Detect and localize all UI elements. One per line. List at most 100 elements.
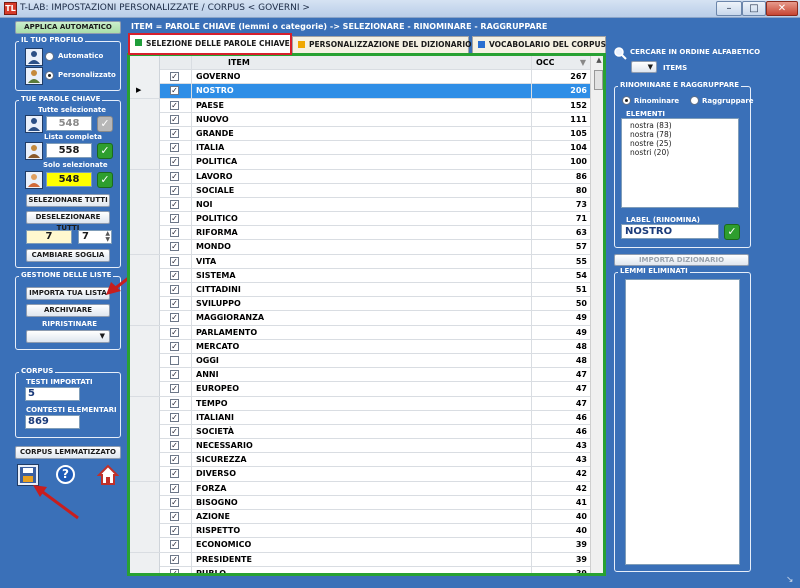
row-indicator[interactable]: [130, 126, 160, 141]
row-checkbox[interactable]: ✓: [170, 171, 179, 181]
row-indicator[interactable]: [130, 212, 160, 227]
row-indicator[interactable]: [130, 396, 160, 411]
row-indicator[interactable]: [130, 538, 160, 553]
row-checkbox[interactable]: ✓: [170, 114, 179, 124]
row-checkbox[interactable]: ✓: [170, 483, 179, 493]
row-indicator[interactable]: [130, 552, 160, 567]
table-row[interactable]: ✓ NOI 73: [130, 197, 590, 213]
import-dictionary-button[interactable]: IMPORTA DIZIONARIO: [614, 254, 749, 266]
row-indicator[interactable]: [130, 510, 160, 524]
tab-keyword-selection[interactable]: SELEZIONE DELLE PAROLE CHIAVE: [128, 33, 292, 55]
row-indicator[interactable]: [130, 98, 160, 113]
row-indicator[interactable]: [130, 283, 160, 297]
row-indicator[interactable]: [130, 439, 160, 454]
table-row[interactable]: ✓ MERCATO 48: [130, 339, 590, 354]
table-row[interactable]: ✓ PUBLO 39: [130, 566, 590, 573]
table-row[interactable]: ✓ EUROPEO 47: [130, 382, 590, 397]
table-row[interactable]: ✓ POLITICA 100: [130, 155, 590, 170]
table-row[interactable]: ✓ GOVERNO 267: [130, 70, 590, 85]
table-row[interactable]: ✓ PRESIDENTE 39: [130, 552, 590, 567]
row-checkbox[interactable]: ✓: [170, 228, 179, 238]
row-indicator[interactable]: [130, 495, 160, 510]
row-indicator[interactable]: [130, 70, 160, 85]
row-checkbox[interactable]: ✓: [170, 441, 179, 451]
row-indicator[interactable]: [130, 141, 160, 156]
row-checkbox[interactable]: ✓: [170, 540, 179, 550]
row-checkbox[interactable]: ✓: [170, 412, 179, 422]
row-indicator[interactable]: [130, 183, 160, 198]
row-checkbox[interactable]: ✓: [170, 299, 179, 309]
scroll-up-icon[interactable]: ▲: [591, 56, 603, 68]
row-checkbox[interactable]: ✓: [170, 270, 179, 280]
row-checkbox[interactable]: ✓: [170, 426, 179, 436]
alphabet-dropdown[interactable]: ▼: [631, 61, 657, 73]
row-checkbox[interactable]: ✓: [170, 313, 179, 323]
tab-vocabulary[interactable]: VOCABOLARIO DEL CORPUS: [472, 36, 606, 54]
table-row[interactable]: ✓ SICUREZZA 43: [130, 453, 590, 468]
table-row[interactable]: ✓ SVILUPPO 50: [130, 297, 590, 312]
row-checkbox[interactable]: ✓: [170, 526, 179, 536]
table-row[interactable]: ✓ ITALIANI 46: [130, 410, 590, 425]
eliminated-list[interactable]: [625, 279, 740, 565]
table-row[interactable]: ✓ GRANDE 105: [130, 126, 590, 142]
row-checkbox[interactable]: ✓: [170, 214, 179, 224]
row-indicator[interactable]: ▶: [130, 84, 160, 99]
table-row[interactable]: ✓ PARLAMENTO 49: [130, 325, 590, 340]
row-checkbox[interactable]: ✓: [170, 86, 179, 96]
row-checkbox[interactable]: ✓: [170, 157, 179, 167]
row-indicator[interactable]: [130, 566, 160, 573]
row-checkbox[interactable]: ✓: [170, 327, 179, 337]
row-indicator[interactable]: [130, 268, 160, 283]
table-scrollbar[interactable]: ▲: [590, 56, 603, 573]
row-checkbox[interactable]: ✓: [170, 128, 179, 138]
tab-dictionary[interactable]: PERSONALIZZAZIONE DEL DIZIONARIO: [292, 36, 472, 54]
group-radio[interactable]: [690, 96, 699, 105]
row-indicator[interactable]: [130, 169, 160, 184]
row-checkbox[interactable]: [170, 355, 179, 365]
rename-radio[interactable]: [622, 96, 631, 105]
table-row[interactable]: ✓ TEMPO 47: [130, 396, 590, 411]
row-checkbox[interactable]: ✓: [170, 100, 179, 110]
table-row[interactable]: ✓ RISPETTO 40: [130, 524, 590, 539]
table-row[interactable]: ✓ VITA 55: [130, 254, 590, 269]
row-checkbox[interactable]: ✓: [170, 185, 179, 195]
table-row[interactable]: ✓ MAGGIORANZA 49: [130, 311, 590, 326]
list-item[interactable]: nostra (83): [630, 121, 738, 130]
row-checkbox[interactable]: ✓: [170, 554, 179, 564]
table-row[interactable]: ✓ SOCIETÀ 46: [130, 424, 590, 440]
row-indicator[interactable]: [130, 424, 160, 439]
row-checkbox[interactable]: ✓: [170, 285, 179, 294]
elements-list[interactable]: nostra (83) nostra (78) nostre (25) nost…: [621, 118, 739, 208]
row-indicator[interactable]: [130, 325, 160, 340]
row-indicator[interactable]: [130, 382, 160, 397]
list-item[interactable]: nostra (78): [630, 130, 738, 139]
row-indicator[interactable]: [130, 226, 160, 241]
row-indicator[interactable]: [130, 353, 160, 368]
table-row[interactable]: ✓ NUOVO 111: [130, 112, 590, 127]
table-row[interactable]: ✓ BISOGNO 41: [130, 495, 590, 510]
table-row[interactable]: ✓ SOCIALE 80: [130, 183, 590, 198]
row-checkbox[interactable]: ✓: [170, 384, 179, 394]
row-indicator[interactable]: [130, 410, 160, 425]
table-row[interactable]: ✓ SISTEMA 54: [130, 268, 590, 283]
table-row[interactable]: ✓ MONDO 57: [130, 240, 590, 255]
row-checkbox[interactable]: ✓: [170, 469, 179, 479]
resize-grip-icon[interactable]: ↘: [786, 575, 794, 585]
search-icon[interactable]: [613, 46, 627, 60]
row-indicator[interactable]: [130, 524, 160, 539]
row-checkbox[interactable]: ✓: [170, 256, 179, 266]
confirm-rename-check-icon[interactable]: ✓: [724, 224, 740, 240]
row-indicator[interactable]: [130, 254, 160, 269]
row-indicator[interactable]: [130, 339, 160, 354]
row-indicator[interactable]: [130, 240, 160, 255]
row-indicator[interactable]: [130, 155, 160, 170]
list-item[interactable]: nostri (20): [630, 148, 738, 157]
rename-label-field[interactable]: NOSTRO: [621, 224, 719, 239]
row-indicator[interactable]: [130, 453, 160, 468]
table-row[interactable]: ✓ CITTADINI 51: [130, 283, 590, 298]
table-row[interactable]: ✓ ECONOMICO 39: [130, 538, 590, 553]
row-indicator[interactable]: [130, 481, 160, 496]
row-indicator[interactable]: [130, 311, 160, 326]
row-checkbox[interactable]: ✓: [170, 398, 179, 408]
table-row[interactable]: ✓ ANNI 47: [130, 368, 590, 383]
